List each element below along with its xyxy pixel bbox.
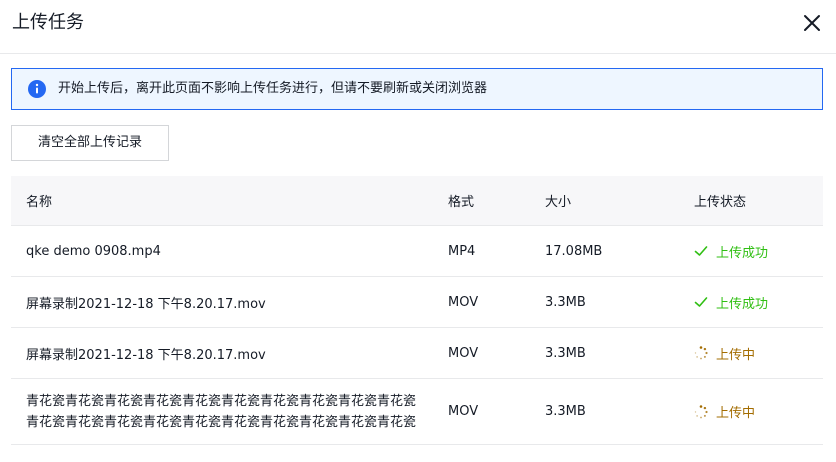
status-badge: 上传中 <box>694 402 755 421</box>
upload-task-table: 名称 格式 大小 上传状态 qke demo 0908.mp4 MP4 17.0… <box>11 176 823 445</box>
file-format: MOV <box>448 294 479 310</box>
file-size: 17.08MB <box>545 243 603 259</box>
loading-icon <box>694 404 708 418</box>
header-format: 格式 <box>448 195 475 210</box>
status-badge: 上传成功 <box>694 293 768 312</box>
notice-banner: 开始上传后，离开此页面不影响上传任务进行，但请不要刷新或关闭浏览器 <box>11 68 823 110</box>
status-text: 上传中 <box>716 347 756 363</box>
status-badge: 上传中 <box>694 344 755 363</box>
clear-all-records-button[interactable]: 清空全部上传记录 <box>11 125 169 161</box>
file-name: 屏幕录制2021-12-18 下午8.20.17.mov <box>26 296 266 312</box>
loading-icon <box>694 346 708 360</box>
header-size: 大小 <box>545 195 572 210</box>
info-icon <box>28 80 46 98</box>
file-size: 3.3MB <box>545 345 586 361</box>
file-name: 青花瓷青花瓷青花瓷青花瓷青花瓷青花瓷青花瓷青花瓷青花瓷青花瓷青花瓷青花瓷青花瓷青… <box>26 393 417 430</box>
header-name: 名称 <box>26 195 53 210</box>
check-icon <box>694 246 708 256</box>
table-row: 屏幕录制2021-12-18 下午8.20.17.mov MOV 3.3MB 上… <box>11 277 823 328</box>
file-name: qke demo 0908.mp4 <box>26 243 161 259</box>
status-badge: 上传成功 <box>694 242 768 261</box>
status-text: 上传成功 <box>716 296 769 312</box>
check-icon <box>694 297 708 307</box>
file-name: 屏幕录制2021-12-18 下午8.20.17.mov <box>26 347 266 363</box>
table-row: qke demo 0908.mp4 MP4 17.08MB 上传成功 <box>11 226 823 277</box>
close-icon <box>804 15 820 31</box>
file-format: MP4 <box>448 243 476 259</box>
table-row: 青花瓷青花瓷青花瓷青花瓷青花瓷青花瓷青花瓷青花瓷青花瓷青花瓷青花瓷青花瓷青花瓷青… <box>11 379 823 445</box>
dialog-header: 上传任务 <box>0 0 836 54</box>
dialog-title: 上传任务 <box>12 12 84 33</box>
file-format: MOV <box>448 345 479 361</box>
file-format: MOV <box>448 404 479 419</box>
close-button[interactable] <box>799 10 825 36</box>
status-text: 上传中 <box>716 406 756 421</box>
header-status: 上传状态 <box>694 195 747 210</box>
table-header: 名称 格式 大小 上传状态 <box>11 176 823 226</box>
status-text: 上传成功 <box>716 245 769 261</box>
file-size: 3.3MB <box>545 404 586 419</box>
table-row: 屏幕录制2021-12-18 下午8.20.17.mov MOV 3.3MB 上… <box>11 328 823 379</box>
notice-text: 开始上传后，离开此页面不影响上传任务进行，但请不要刷新或关闭浏览器 <box>58 81 488 96</box>
file-size: 3.3MB <box>545 294 586 310</box>
